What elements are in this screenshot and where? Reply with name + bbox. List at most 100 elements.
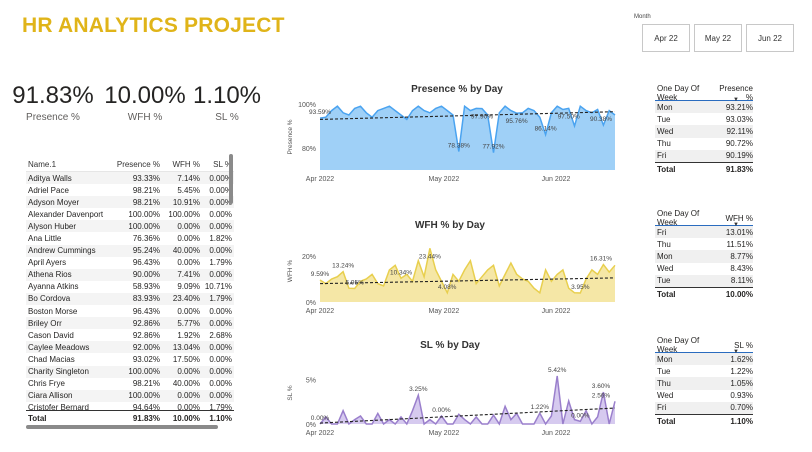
sl-by-day-chart[interactable]: 5% 0% SL % Apr 2022 May 2022 Jun 2022 0.00% 3.2…	[270, 354, 630, 438]
table-row[interactable]: Thu 11.51%	[655, 238, 753, 250]
table-row[interactable]: Charity Singleton 100.00% 0.00% 0.00%	[26, 365, 234, 378]
table-row[interactable]: Thu 90.72%	[655, 138, 753, 150]
table-row[interactable]: Bo Cordova 83.93% 23.40% 1.79%	[26, 292, 234, 306]
presence-weekday-table[interactable]: One Day Of Week Presence % ▼ Mon 93.21% Tu…	[655, 84, 753, 176]
cell-name: Briley Orr	[28, 318, 62, 328]
cell-day: Mon	[657, 251, 673, 261]
table-row[interactable]: Cason David 92.86% 1.92% 2.68%	[26, 329, 234, 341]
cell-sl: 0.00%	[209, 221, 232, 231]
data-label: 23.44%	[419, 253, 441, 260]
total-label: Total	[28, 413, 47, 423]
table-row[interactable]: Briley Orr 92.86% 5.77% 0.00%	[26, 317, 234, 330]
col-header-day[interactable]: One Day Of Week	[655, 336, 713, 354]
table-row[interactable]: Tue 1.22%	[655, 365, 753, 377]
data-label: 97.50%	[558, 113, 580, 120]
table-row[interactable]: Ana Little 76.36% 0.00% 1.82%	[26, 232, 234, 244]
table-row[interactable]: Athena Rios 90.00% 7.41% 0.00%	[26, 268, 234, 281]
cell-presence: 98.21%	[132, 185, 160, 195]
table-row[interactable]: Andrew Cummings 95.24% 40.00% 0.00%	[26, 244, 234, 257]
cell-presence: 92.86%	[132, 318, 160, 328]
vertical-scrollbar[interactable]	[229, 154, 233, 204]
col-header-presence[interactable]: Presence %	[112, 160, 160, 169]
cell-name: Boston Morse	[28, 306, 78, 316]
table-row[interactable]: Alyson Huber 100.00% 0.00% 0.00%	[26, 220, 234, 233]
table-row[interactable]: Wed 8.43%	[655, 263, 753, 275]
data-label: 77.92%	[483, 144, 505, 151]
cell-day: Mon	[657, 354, 673, 364]
cell-day: Tue	[657, 276, 671, 286]
cell-value: 1.05%	[730, 378, 753, 388]
wfh-weekday-rows: Fri 13.01% Thu 11.51% Mon 8.77% Wed 8.43% Tue 8.1…	[655, 226, 753, 287]
cell-value: 8.43%	[730, 264, 753, 274]
table-row[interactable]: Caylee Meadows 92.00% 13.04% 0.00%	[26, 341, 234, 354]
presence-chart-title: Presence % by Day	[411, 84, 503, 95]
table-row[interactable]: Adriel Pace 98.21% 5.45% 0.00%	[26, 184, 234, 196]
horizontal-scrollbar[interactable]	[26, 425, 218, 429]
table-row[interactable]: Adyson Moyer 98.21% 10.91% 0.00%	[26, 196, 234, 209]
data-label: 13.24%	[332, 263, 354, 270]
month-option-may[interactable]: May 22	[694, 24, 742, 52]
month-option-jun[interactable]: Jun 22	[746, 24, 794, 52]
sort-caret-icon: ▼	[733, 222, 739, 228]
table-row[interactable]: Mon 8.77%	[655, 250, 753, 263]
col-header-day[interactable]: One Day Of Week	[655, 84, 713, 102]
col-header-wfh[interactable]: WFH %	[160, 160, 200, 169]
month-option-apr[interactable]: Apr 22	[642, 24, 690, 52]
table-row[interactable]: Wed 0.93%	[655, 390, 753, 402]
wfh-weekday-header: One Day Of Week WFH % ▼	[655, 209, 753, 228]
col-header-day[interactable]: One Day Of Week	[655, 209, 713, 227]
table-row[interactable]: Chad Macias 93.02% 17.50% 0.00%	[26, 353, 234, 365]
data-label: 3.95%	[571, 284, 590, 291]
cell-sl: 0.00%	[209, 306, 232, 316]
cell-name: Caylee Meadows	[28, 342, 90, 352]
col-header-name[interactable]: Name.1	[26, 160, 112, 169]
data-label: 0.00%	[432, 407, 451, 414]
report-title: HR ANALYTICS PROJECT	[22, 14, 285, 37]
table-row[interactable]: Tue 8.11%	[655, 274, 753, 287]
total-value: 91.83%	[725, 164, 753, 174]
cell-wfh: 100.00%	[168, 209, 200, 219]
table-row[interactable]: Chris Frye 98.21% 40.00% 0.00%	[26, 378, 234, 390]
data-label: 9.59%	[311, 271, 330, 278]
table-row[interactable]: Wed 92.11%	[655, 125, 753, 138]
y-tick-label: 5%	[306, 378, 316, 385]
cell-wfh: 0.00%	[177, 258, 200, 268]
cell-value: 93.03%	[725, 114, 753, 124]
table-row[interactable]: Fri 90.19%	[655, 149, 753, 162]
cell-name: Athena Rios	[28, 270, 72, 280]
employee-table[interactable]: Name.1 Presence % WFH % SL % Aditya Wall…	[26, 153, 234, 425]
data-label: 93.59%	[309, 109, 331, 116]
table-row[interactable]: April Ayers 96.43% 0.00% 1.79%	[26, 257, 234, 269]
cell-presence: 92.00%	[132, 342, 160, 352]
sl-chart-title: SL % by Day	[420, 340, 480, 351]
x-tick-label: Jun 2022	[542, 430, 571, 437]
wfh-by-day-chart[interactable]: 20%0%WFH %Apr 2022 May 2022 Jun 20229.59%1…	[270, 232, 630, 316]
cell-presence: 100.00%	[128, 221, 160, 231]
cell-day: Wed	[657, 391, 674, 401]
col-header-sl[interactable]: SL %	[200, 160, 232, 169]
sl-weekday-table[interactable]: One Day Of Week SL % ▼ Mon 1.62% Tue 1.22% T…	[655, 336, 753, 428]
table-row[interactable]: Boston Morse 96.43% 0.00% 0.00%	[26, 305, 234, 317]
table-row[interactable]: Ayanna Atkins 58.93% 9.09% 10.71%	[26, 281, 234, 293]
cell-day: Fri	[657, 403, 667, 413]
cell-name: Ciara Allison	[28, 391, 73, 401]
sl-weekday-rows: Mon 1.62% Tue 1.22% Thu 1.05% Wed 0.93% Fri 0.70%	[655, 353, 753, 414]
table-row[interactable]: Ciara Allison 100.00% 0.00% 0.00%	[26, 389, 234, 402]
total-label: Total	[657, 289, 676, 299]
cell-name: Chris Frye	[28, 379, 65, 389]
cell-wfh: 9.09%	[177, 282, 200, 292]
kpi-sl-value: 1.10%	[192, 82, 262, 109]
table-row[interactable]: Thu 1.05%	[655, 377, 753, 390]
y-axis-label: WFH %	[287, 260, 294, 283]
cell-wfh: 5.45%	[177, 185, 200, 195]
x-tick-label: Jun 2022	[542, 308, 571, 315]
table-row[interactable]: Tue 93.03%	[655, 113, 753, 125]
cell-sl: 0.00%	[209, 318, 232, 328]
presence-by-day-chart[interactable]: 100% 80% Presence % Apr 2022 May 2022 Jun 202…	[270, 96, 630, 184]
cell-sl: 0.00%	[209, 246, 232, 256]
table-row[interactable]: Alexander Davenport 100.00% 100.00% 0.00%	[26, 208, 234, 220]
cell-wfh: 23.40%	[172, 294, 200, 304]
table-row[interactable]: Aditya Walls 93.33% 7.14% 0.00%	[26, 172, 234, 185]
table-row[interactable]: Fri 0.70%	[655, 401, 753, 414]
wfh-weekday-table[interactable]: One Day Of Week WFH % ▼ Fri 13.01% Thu 11.5…	[655, 209, 753, 301]
